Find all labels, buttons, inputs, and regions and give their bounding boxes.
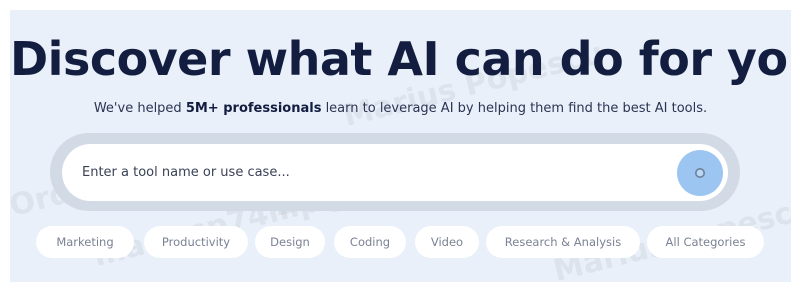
category-chip-research-analysis[interactable]: Research & Analysis — [486, 226, 640, 258]
category-chip-video[interactable]: Video — [415, 226, 479, 258]
page-title: Discover what AI can do for you — [10, 32, 791, 86]
category-chip-productivity[interactable]: Productivity — [144, 226, 248, 258]
subtitle-text-end: learn to leverage AI by helping them fin… — [321, 101, 708, 116]
subtitle-highlight: 5M+ professionals — [185, 101, 322, 116]
page-subtitle: We've helped 5M+ professionals learn to … — [10, 101, 791, 116]
category-chips: Marketing Productivity Design Coding Vid… — [36, 226, 764, 260]
search-input[interactable] — [82, 161, 642, 183]
category-chip-design[interactable]: Design — [255, 226, 325, 258]
search-orb-icon — [695, 168, 705, 178]
subtitle-text-start: We've helped — [93, 101, 186, 116]
search-button[interactable] — [677, 150, 723, 196]
category-chip-marketing[interactable]: Marketing — [36, 226, 134, 258]
category-chip-coding[interactable]: Coding — [334, 226, 406, 258]
category-chip-all-categories[interactable]: All Categories — [647, 226, 764, 258]
